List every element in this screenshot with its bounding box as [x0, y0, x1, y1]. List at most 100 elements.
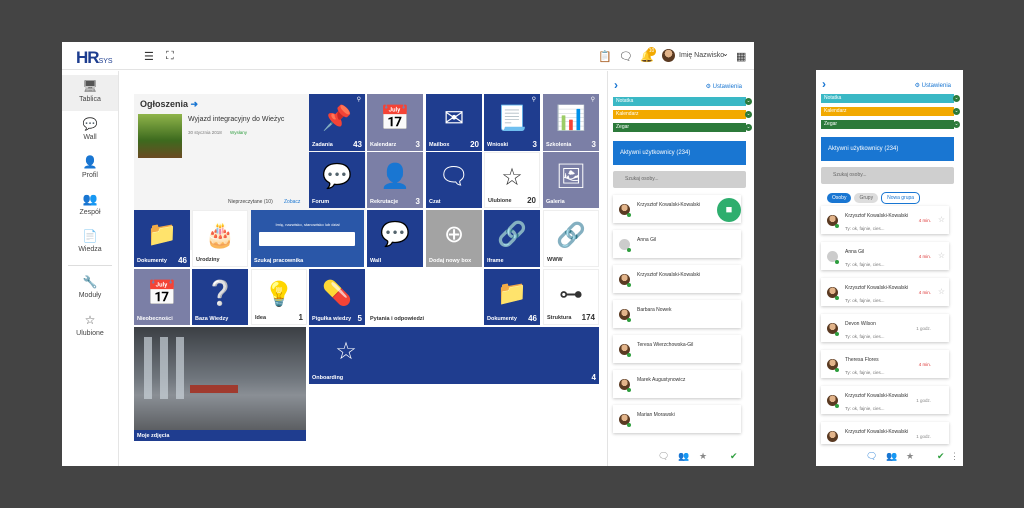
bar-zegar[interactable]: Zegar ⌄ [821, 120, 960, 129]
tile-zadania[interactable]: ⚲ 📌 Zadania 43 [309, 94, 365, 151]
tile-nieobecnosci[interactable]: 📅 Nieobecności [134, 269, 190, 325]
tile-dokumenty[interactable]: 📁 Dokumenty 46 [134, 210, 190, 267]
user-search-input[interactable]: Szukaj osoby... [613, 171, 746, 188]
user-card[interactable]: Krzysztof Kowalski-Kowalski ■ [613, 195, 741, 223]
chevron-right-icon[interactable]: › [822, 77, 826, 91]
fullscreen-icon[interactable]: ⛶ [166, 50, 174, 63]
chevron-right-icon[interactable]: › [614, 78, 618, 92]
collapse-icon: ⌄ [953, 108, 960, 115]
people-icon[interactable]: 👥 [886, 451, 897, 462]
wrench-icon: 🔧 [82, 275, 98, 289]
announcement-title[interactable]: Wyjazd integracyjny do Wieżyc [188, 116, 284, 123]
tile-baza-wiedzy[interactable]: ❔ Baza Wiedzy [192, 269, 248, 325]
forum-icon: 💬 [322, 163, 352, 190]
profile-icon: 👤 [82, 155, 98, 169]
user-search-input[interactable]: Szukaj osoby... [821, 167, 954, 184]
new-group-button[interactable]: Nowa grupa [881, 192, 921, 204]
bar-kalendarz[interactable]: Kalendarz ⌄ [821, 107, 960, 116]
tile-moje-zdjecia[interactable]: Moje zdjęcia [134, 327, 306, 441]
user-card[interactable]: Krzysztof Kowalski-Kowalski 1 godz. [821, 422, 949, 444]
tile-mailbox[interactable]: ✉ Mailbox 20 [426, 94, 482, 151]
bar-notatka[interactable]: Notatka ⌄ [613, 97, 752, 106]
user-card[interactable]: Krzysztof Kowalski-Kowalski Ty: ok, fajni… [821, 206, 949, 234]
message-icon[interactable]: 🗨 [619, 50, 633, 63]
cake-icon: 🎂 [205, 222, 235, 249]
status-check-icon[interactable]: ✔ [730, 451, 738, 462]
tile-rekrutacje[interactable]: 👤 Rekrutacje 3 [367, 152, 423, 208]
user-card[interactable]: Theresa Flores Ty: ok, fajnie, cies... 4 m… [821, 350, 949, 378]
people-icon[interactable]: 👥 [678, 451, 689, 462]
user-card[interactable]: Krzysztof Kowalski-Kowalski [613, 265, 741, 293]
user-avatar[interactable] [662, 49, 675, 62]
bar-notatka[interactable]: Notatka ⌄ [821, 94, 960, 103]
sidebar-item-wall[interactable]: 💬 Wall [62, 113, 118, 149]
bar-kalendarz[interactable]: Kalendarz ⌄ [613, 110, 752, 119]
tile-szkolenia[interactable]: ⚲ 📊 Szkolenia 3 [543, 94, 599, 151]
pin-icon: ⚲ [356, 97, 361, 103]
star-icon[interactable]: ★ [699, 451, 707, 462]
tile-pytania-i-odpowiedzi[interactable]: Pytania i odpowiedzi [367, 269, 482, 325]
tile-forum[interactable]: 💬 Forum [309, 152, 365, 208]
employee-search-input[interactable] [259, 232, 355, 246]
clipboard-icon[interactable]: 📋 [598, 50, 612, 63]
menu-icon[interactable]: ☰ [144, 50, 154, 63]
star-icon: ☆ [84, 313, 96, 327]
user-card[interactable]: Teresa Wierzchowska-Gil [613, 335, 741, 363]
user-name[interactable]: Imię Nazwisko [679, 52, 724, 59]
bar-zegar[interactable]: Zegar ⌄ [613, 123, 752, 132]
chat-icon[interactable]: 🗨 [866, 451, 877, 462]
tile-galeria[interactable]: 🖼 Galeria [543, 152, 599, 208]
settings-link[interactable]: ⚙ Ustawienia [706, 83, 742, 90]
star-icon[interactable]: ★ [906, 451, 914, 462]
user-card[interactable]: Marek Augustynowicz [613, 370, 741, 398]
see-link[interactable]: Zobacz [284, 199, 300, 205]
collapse-icon: ⌄ [953, 121, 960, 128]
sidebar-item-zespol[interactable]: 👥 Zespół [62, 188, 118, 224]
chat-button[interactable]: ■ [717, 198, 741, 222]
more-vertical-icon[interactable]: ⋮ [950, 451, 959, 462]
tile-onboarding[interactable]: ☆ Onboarding 4 [309, 327, 599, 384]
tile-struktura[interactable]: ⊶ Struktura 174 [543, 269, 599, 325]
tile-wnioski[interactable]: ⚲ 📃 Wnioski 3 [484, 94, 540, 151]
sidebar-item-tablica[interactable]: 🖥 Tablica [62, 75, 118, 111]
announcement-thumbnail[interactable] [138, 114, 182, 158]
tile-label: Szukaj pracownika [254, 258, 304, 264]
tab-osoby[interactable]: Osoby [827, 193, 852, 203]
tile-czat[interactable]: 🗨 Czat [426, 152, 482, 208]
user-card[interactable]: Barbara Nowek [613, 300, 741, 328]
tile-dokumenty-2[interactable]: 📁 Dokumenty 46 [484, 269, 540, 325]
tile-ulubione[interactable]: ☆ Ulubione 20 [484, 152, 540, 208]
sidebar-item-ulubione[interactable]: ☆ Ulubione [62, 309, 118, 345]
user-card[interactable]: Anna Gil [613, 230, 741, 258]
tile-wall[interactable]: 💬 Wall [367, 210, 423, 267]
user-card[interactable]: Marian Morawski [613, 405, 741, 433]
sidebar-item-moduly[interactable]: 🔧 Moduły [62, 271, 118, 307]
user-card[interactable]: Krzysztof Kowalski-Kowalski Ty: ok, fajni… [821, 278, 949, 306]
sidebar-item-wiedza[interactable]: 📄 Wiedza [62, 225, 118, 261]
tile-urodziny[interactable]: 🎂 Urodziny [192, 210, 248, 267]
chevron-down-icon[interactable]: ⌄ [722, 49, 729, 58]
tile-iframe[interactable]: 🔗 Iframe [484, 210, 540, 267]
lightbulb-icon: 💡 [264, 281, 294, 308]
active-users-header[interactable]: Aktywni użytkownicy (234) [821, 137, 954, 161]
main-window: HRSYS ☰ ⛶ 📋 🗨 🔔 10 Imię Nazwisko ⌄ ▦ 🖥 Ta… [62, 42, 754, 466]
chat-icon[interactable]: 🗨 [658, 451, 669, 462]
tile-kalendarz[interactable]: 📅 Kalendarz 3 [367, 94, 423, 151]
tile-www[interactable]: 🔗 WWW [543, 210, 599, 267]
status-check-icon[interactable]: ✔ [937, 451, 945, 462]
tab-grupy[interactable]: Grupy [854, 193, 879, 203]
tile-idea[interactable]: 💡 Idea 1 [251, 269, 307, 325]
tile-label: Moje zdjęcia [134, 430, 306, 441]
announcements-title[interactable]: Ogłoszenia ➜ [140, 99, 198, 110]
app-logo[interactable]: HRSYS [76, 48, 113, 68]
user-card[interactable]: Devon Wilson Ty: ok, fajnie, cies... 1 god… [821, 314, 949, 342]
active-users-header[interactable]: Aktywni użytkownicy (234) [613, 141, 746, 165]
apps-grid-icon[interactable]: ▦ [736, 50, 746, 63]
tile-pigulka-wiedzy[interactable]: 💊 Pigułka wiedzy 5 [309, 269, 365, 325]
user-card[interactable]: Anna Gil Ty: ok, fajnie, cies... 4 min. ☆ [821, 242, 949, 270]
sidebar-item-profil[interactable]: 👤 Profil [62, 151, 118, 187]
settings-link[interactable]: ⚙ Ustawienia [915, 82, 951, 89]
online-dot [835, 260, 839, 264]
tile-dodaj-nowy-box[interactable]: ⊕ Dodaj nowy box [426, 210, 482, 267]
user-card[interactable]: Krzysztof Kowalski-Kowalski Ty: ok, fajni… [821, 386, 949, 414]
